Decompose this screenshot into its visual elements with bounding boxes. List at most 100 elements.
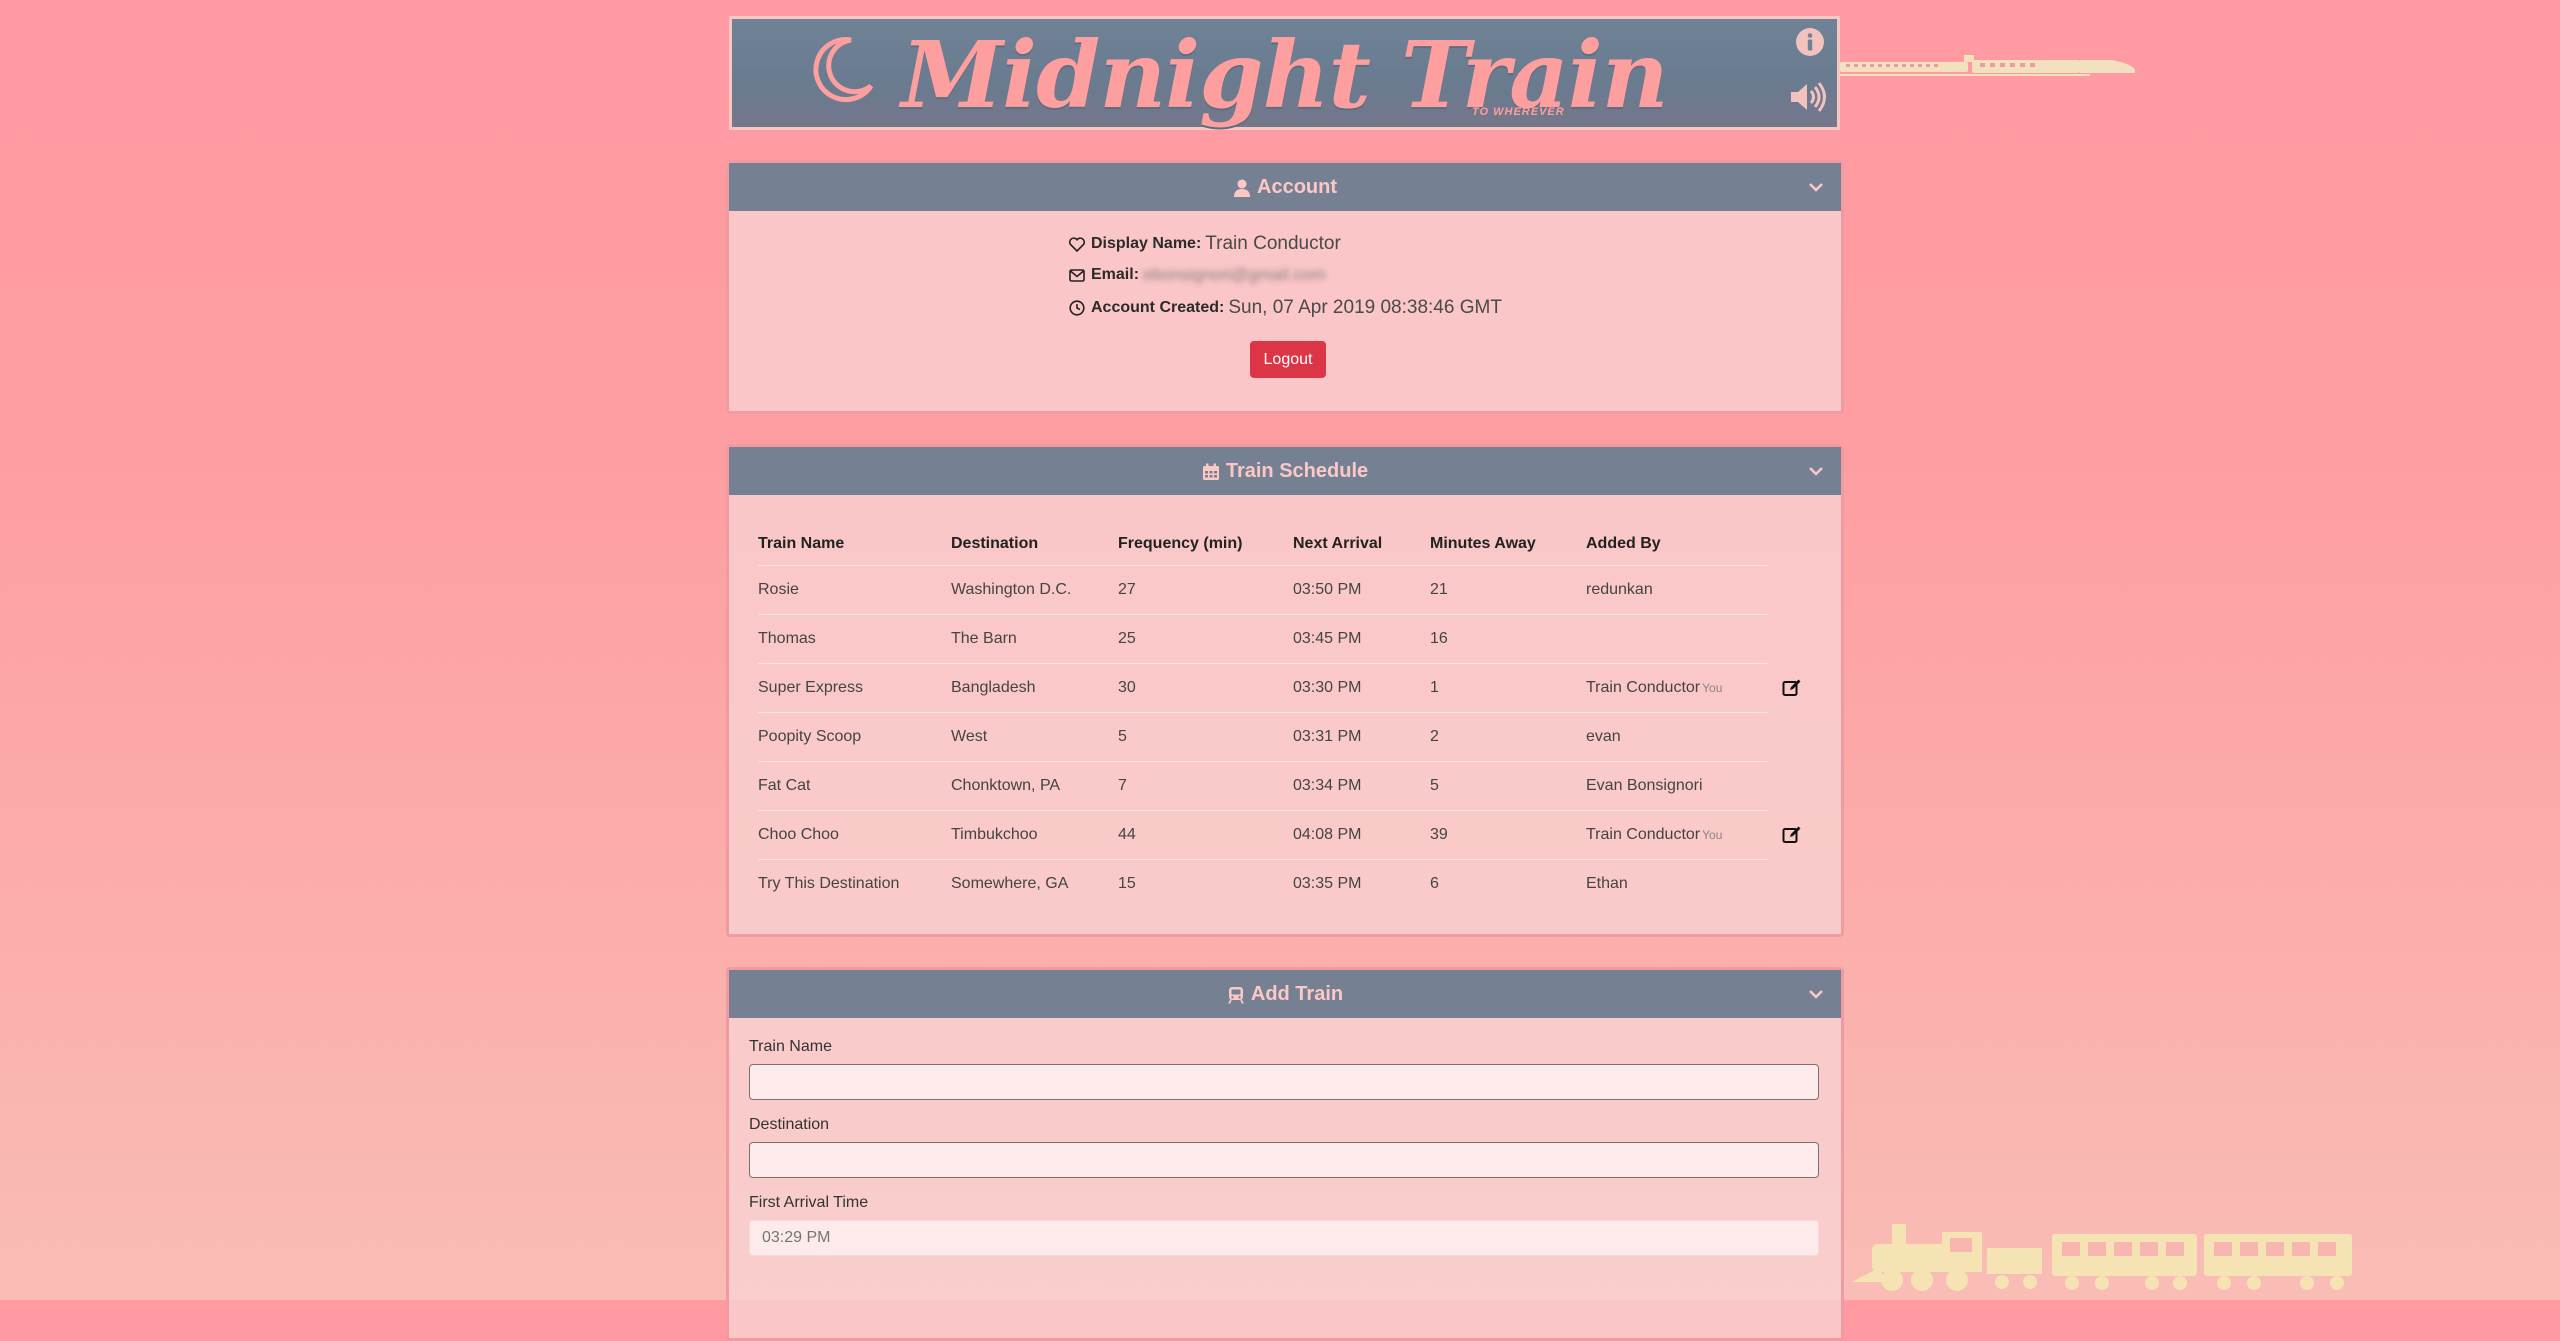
heart-icon <box>1069 236 1085 252</box>
main-column: Midnight Train TO WHEREVER Account Displ… <box>726 16 1844 1341</box>
add-train-panel-header[interactable]: Add Train <box>729 970 1841 1018</box>
next-arrival-cell: 03:34 PM <box>1293 761 1430 811</box>
minutes-away-cell: 39 <box>1430 810 1586 860</box>
add-train-panel: Add Train Train Name Destination First A… <box>726 967 1844 1341</box>
train-name-cell: Rosie <box>758 565 951 615</box>
app-title: Midnight Train <box>901 21 1668 129</box>
minutes-away-cell: 16 <box>1430 614 1586 664</box>
clock-icon <box>1069 300 1085 316</box>
account-details: Display Name: Train Conductor Email: ebo… <box>729 211 1841 378</box>
minutes-away-cell: 2 <box>1430 712 1586 762</box>
added-by-cell: Train Conductor You <box>1586 810 1768 860</box>
table-row: Choo Choo Timbukchoo 44 04:08 PM 39 Train Con… <box>758 810 1801 860</box>
added-by-name: Train Conductor <box>1586 826 1701 843</box>
minutes-away-cell: 5 <box>1430 761 1586 811</box>
app-subtitle: TO WHEREVER <box>1472 106 1565 118</box>
account-panel-header[interactable]: Account <box>729 163 1841 211</box>
added-by-cell <box>1586 614 1768 664</box>
train-name-cell: Super Express <box>758 663 951 713</box>
train-name-input[interactable] <box>749 1064 1819 1100</box>
frequency-cell: 25 <box>1118 614 1293 664</box>
train-name-cell: Fat Cat <box>758 761 951 811</box>
added-by-cell: evan <box>1586 712 1768 762</box>
train-name-group: Train Name <box>749 1038 1823 1100</box>
added-by-cell: redunkan <box>1586 565 1768 615</box>
chevron-down-icon[interactable] <box>1805 163 1827 211</box>
table-row: Rosie Washington D.C. 27 03:50 PM 21 redunkan <box>758 565 1768 615</box>
next-arrival-cell: 03:30 PM <box>1293 663 1430 713</box>
minutes-away-cell: 21 <box>1430 565 1586 615</box>
added-by-name: Ethan <box>1586 875 1628 892</box>
envelope-icon <box>1069 268 1085 282</box>
account-panel: Account Display Name: Train Conductor Em… <box>726 160 1844 414</box>
minutes-away-cell: 6 <box>1430 859 1586 908</box>
destination-cell: Timbukchoo <box>951 810 1118 860</box>
display-name-row: Display Name: Train Conductor <box>1069 233 1341 255</box>
account-panel-title: Account <box>1257 176 1337 198</box>
next-arrival-cell: 03:50 PM <box>1293 565 1430 615</box>
train-name-cell: Try This Destination <box>758 859 951 908</box>
minutes-away-cell: 1 <box>1430 663 1586 713</box>
add-train-form: Train Name Destination First Arrival Tim… <box>729 1018 1841 1338</box>
train-name-cell: Poopity Scoop <box>758 712 951 762</box>
table-row: Thomas The Barn 25 03:45 PM 16 <box>758 614 1768 664</box>
first-arrival-input[interactable] <box>749 1220 1819 1256</box>
train-name-cell: Thomas <box>758 614 951 664</box>
info-icon[interactable] <box>1795 27 1825 57</box>
added-by-cell: Ethan <box>1586 859 1768 908</box>
edit-icon[interactable] <box>1782 825 1802 845</box>
destination-cell: The Barn <box>951 614 1118 664</box>
next-arrival-cell: 04:08 PM <box>1293 810 1430 860</box>
added-by-name: Train Conductor <box>1586 679 1701 696</box>
add-train-title: Add Train <box>1250 983 1344 1005</box>
header-banner: Midnight Train TO WHEREVER <box>729 16 1840 130</box>
bottom-train-silhouette <box>1852 1224 2352 1291</box>
email-label: Email: <box>1091 266 1140 283</box>
frequency-cell: 5 <box>1118 712 1293 762</box>
user-icon <box>1234 179 1250 197</box>
destination-cell: Somewhere, GA <box>951 859 1118 908</box>
calendar-icon <box>1202 463 1219 480</box>
table-row: Super Express Bangladesh 30 03:30 PM 1 Train … <box>758 663 1801 713</box>
you-badge: You <box>1702 681 1723 695</box>
destination-cell: West <box>951 712 1118 762</box>
destination-cell: Washington D.C. <box>951 565 1118 615</box>
train-schedule-panel-header[interactable]: Train Schedule <box>729 447 1841 495</box>
added-by-name: Evan Bonsignori <box>1586 777 1703 794</box>
destination-cell: Chonktown, PA <box>951 761 1118 811</box>
destination-label: Destination <box>749 1116 830 1133</box>
train-name-label: Train Name <box>749 1038 832 1055</box>
table-header-row: Train Name Destination Frequency (min) N… <box>758 523 1768 566</box>
account-created-row: Account Created: Sun, 07 Apr 2019 08:38:… <box>1069 297 1502 319</box>
logout-button[interactable]: Logout <box>1250 341 1326 378</box>
frequency-cell: 44 <box>1118 810 1293 860</box>
train-name-cell: Choo Choo <box>758 810 951 860</box>
display-name-value: Train Conductor <box>1205 233 1341 254</box>
edit-icon[interactable] <box>1782 678 1802 698</box>
email-value: ebonsignori@gmail.com <box>1143 265 1326 284</box>
volume-icon[interactable] <box>1789 81 1827 113</box>
destination-cell: Bangladesh <box>951 663 1118 713</box>
table-row: Fat Cat Chonktown, PA 7 03:34 PM 5 Evan Bonsi… <box>758 761 1768 811</box>
train-schedule-panel: Train Schedule Train Name Destination Fr… <box>726 444 1844 937</box>
email-row: Email: ebonsignori@gmail.com <box>1069 265 1326 285</box>
added-by-cell: Train Conductor You <box>1586 663 1768 713</box>
you-badge: You <box>1702 828 1723 842</box>
frequency-cell: 7 <box>1118 761 1293 811</box>
added-by-cell: Evan Bonsignori <box>1586 761 1768 811</box>
table-row: Poopity Scoop West 5 03:31 PM 2 evan <box>758 712 1768 762</box>
column-header-destination: Destination <box>951 535 1039 552</box>
chevron-down-icon[interactable] <box>1805 970 1827 1018</box>
column-header-added-by: Added By <box>1586 535 1661 552</box>
train-schedule-title: Train Schedule <box>1225 460 1369 482</box>
frequency-cell: 27 <box>1118 565 1293 615</box>
account-created-value: Sun, 07 Apr 2019 08:38:46 GMT <box>1228 297 1502 318</box>
table-row: Try This Destination Somewhere, GA 15 03:35… <box>758 859 1768 908</box>
column-header-minutes-away: Minutes Away <box>1430 535 1536 552</box>
train-schedule-body: Train Name Destination Frequency (min) N… <box>729 495 1841 934</box>
frequency-cell: 30 <box>1118 663 1293 713</box>
destination-input[interactable] <box>749 1142 1819 1178</box>
next-arrival-cell: 03:35 PM <box>1293 859 1430 908</box>
chevron-down-icon[interactable] <box>1805 447 1827 495</box>
train-schedule-table: Train Name Destination Frequency (min) N… <box>758 523 1801 908</box>
